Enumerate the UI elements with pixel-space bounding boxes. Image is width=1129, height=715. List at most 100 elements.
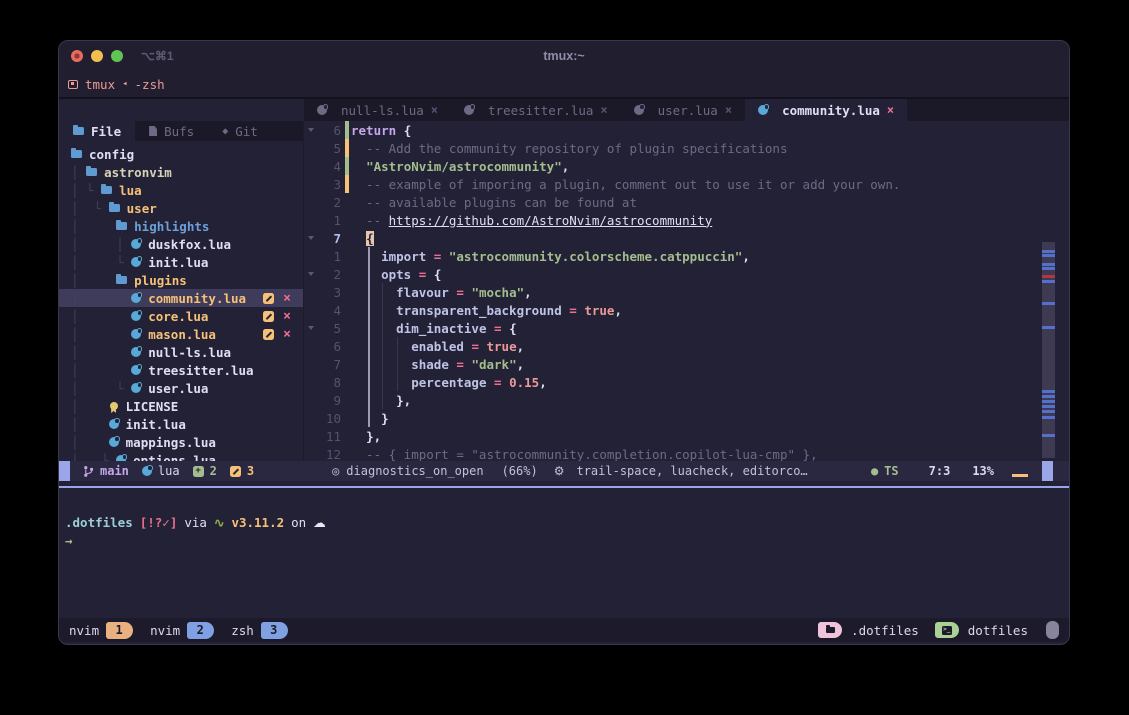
nvim-main-area: FileBufs◆Git config│ astronvim│ └ lua│ └… <box>59 121 1069 461</box>
lua-file-icon <box>131 239 141 249</box>
fold-column[interactable] <box>304 326 317 330</box>
close-icon[interactable]: × <box>887 103 894 117</box>
folder-icon <box>101 186 112 194</box>
close-icon[interactable]: × <box>725 103 732 117</box>
editor-tab-community.lua[interactable]: community.lua× <box>745 99 907 121</box>
code-line: 2 opts = { <box>304 265 1069 283</box>
lua-filetype-icon <box>142 466 152 476</box>
tree-item-null-ls.lua[interactable]: │ null-ls.lua <box>59 343 303 361</box>
shell-pane[interactable]: .dotfiles [!?✓] via ∿ v3.11.2 on ☁ → <box>59 488 1069 618</box>
tmux-window-name: zsh <box>231 623 254 638</box>
tree-item-mappings.lua[interactable]: │ mappings.lua <box>59 433 303 451</box>
editor-tab-treesitter.lua[interactable]: treesitter.lua × <box>451 99 621 121</box>
tab-label: treesitter.lua <box>488 103 593 118</box>
code-line: 6return { <box>304 121 1069 139</box>
diagnostics-icon: ◎ <box>332 464 339 478</box>
code-text: { <box>351 231 374 246</box>
session-bar[interactable]: tmux ◂ -zsh <box>59 71 1069 99</box>
tree-item-mason.lua[interactable]: │ mason.lua× <box>59 325 303 343</box>
git-sign <box>345 409 349 427</box>
tmux-session-name[interactable]: dotfiles <box>968 623 1028 638</box>
scrollbar-mark <box>1042 405 1055 408</box>
lua-file-icon <box>131 347 141 357</box>
tree-item-duskfox.lua[interactable]: │ │ duskfox.lua <box>59 235 303 253</box>
tmux-session-path[interactable]: .dotfiles <box>851 623 919 638</box>
indent-guide <box>382 283 383 409</box>
shell-input-line[interactable]: → <box>65 532 1063 550</box>
tree-item-plugins[interactable]: │ plugins <box>59 271 303 289</box>
mode-indicator-block-right <box>1042 461 1053 481</box>
zoom-window-button[interactable] <box>111 50 123 62</box>
tree-item-user[interactable]: │ └ user <box>59 199 303 217</box>
modified-icon <box>263 329 274 340</box>
editor-tab-null-ls.lua[interactable]: null-ls.lua× <box>304 99 451 121</box>
code-text: enabled = true, <box>351 339 524 354</box>
prompt-arrow-icon: → <box>65 532 73 550</box>
tmux-window-3[interactable]: zsh3 <box>231 622 288 639</box>
tree-item-config[interactable]: config <box>59 145 303 163</box>
line-number: 11 <box>317 429 341 444</box>
diff-add-icon: + <box>193 466 204 477</box>
close-buffer-icon[interactable]: × <box>283 328 291 341</box>
code-url-link[interactable]: https://github.com/AstroNvim/astrocommun… <box>389 213 713 228</box>
tree-item-astronvim[interactable]: │ astronvim <box>59 163 303 181</box>
tmux-window-1[interactable]: nvim1 <box>69 622 133 639</box>
tree-item-community.lua[interactable]: │ community.lua× <box>59 289 303 307</box>
git-sign <box>345 391 349 409</box>
tree-item-core.lua[interactable]: │ core.lua× <box>59 307 303 325</box>
close-buffer-icon[interactable]: × <box>283 292 291 305</box>
minimap-scrollbar[interactable] <box>1042 242 1055 458</box>
code-token: = <box>494 321 502 336</box>
code-text: -- { import = "astrocommunity.completion… <box>351 447 818 462</box>
sidebar-tab-git[interactable]: ◆Git <box>208 121 272 141</box>
fold-column[interactable] <box>304 236 317 240</box>
code-token <box>351 429 366 444</box>
editor-tab-user.lua[interactable]: user.lua× <box>621 99 745 121</box>
code-editor[interactable]: 6return {5 -- Add the community reposito… <box>304 121 1069 461</box>
tree-item-label: core.lua <box>148 309 208 324</box>
tree-item-LICENSE[interactable]: │ LICENSE <box>59 397 303 415</box>
tree-item-treesitter.lua[interactable]: │ treesitter.lua <box>59 361 303 379</box>
minimize-window-button[interactable] <box>91 50 103 62</box>
close-buffer-icon[interactable]: × <box>283 310 291 323</box>
license-icon <box>110 402 118 410</box>
tree-item-highlights[interactable]: │ highlights <box>59 217 303 235</box>
filetype-label: lua <box>158 464 180 478</box>
close-window-button[interactable] <box>71 50 83 62</box>
tree-item-options.lua[interactable]: │ └ options.lua <box>59 451 303 461</box>
close-icon[interactable]: × <box>600 103 607 117</box>
code-token: { <box>509 321 517 336</box>
git-added-segment: + 2 <box>193 464 217 478</box>
modified-icon <box>263 293 274 304</box>
lua-file-icon <box>317 105 327 115</box>
diff-modified-icon <box>230 466 241 477</box>
tmux-window-2[interactable]: nvim2 <box>150 622 214 639</box>
lua-file-icon <box>109 419 119 429</box>
code-token <box>351 159 366 174</box>
code-token: 0.15 <box>509 375 539 390</box>
tree-guides: │ <box>71 165 86 180</box>
line-number: 9 <box>317 393 341 408</box>
tmux-window-index-badge: 1 <box>106 622 133 639</box>
git-added-count: 2 <box>210 464 217 478</box>
tree-item-init.lua[interactable]: │ init.lua <box>59 415 303 433</box>
tree-item-lua[interactable]: │ └ lua <box>59 181 303 199</box>
line-number: 5 <box>317 141 341 156</box>
tree-item-badges: × <box>263 292 303 305</box>
code-token: dim_inactive <box>396 321 486 336</box>
line-number: 8 <box>317 375 341 390</box>
fold-column[interactable] <box>304 128 317 132</box>
sidebar-tab-bufs[interactable]: Bufs <box>135 121 208 141</box>
git-branch-segment[interactable]: main <box>83 464 129 478</box>
tree-item-label: lua <box>119 183 142 198</box>
folder-icon <box>116 276 127 284</box>
sidebar-tab-file[interactable]: File <box>59 121 135 141</box>
tree-item-badges: × <box>263 328 303 341</box>
close-icon[interactable]: × <box>431 103 438 117</box>
filetype-segment: lua <box>142 464 180 478</box>
tree-item-init.lua[interactable]: │ └ init.lua <box>59 253 303 271</box>
code-text: opts = { <box>351 267 441 282</box>
code-token: -- example of imporing a plugin, comment… <box>351 177 900 192</box>
fold-column[interactable] <box>304 272 317 276</box>
tree-item-user.lua[interactable]: │ └ user.lua <box>59 379 303 397</box>
